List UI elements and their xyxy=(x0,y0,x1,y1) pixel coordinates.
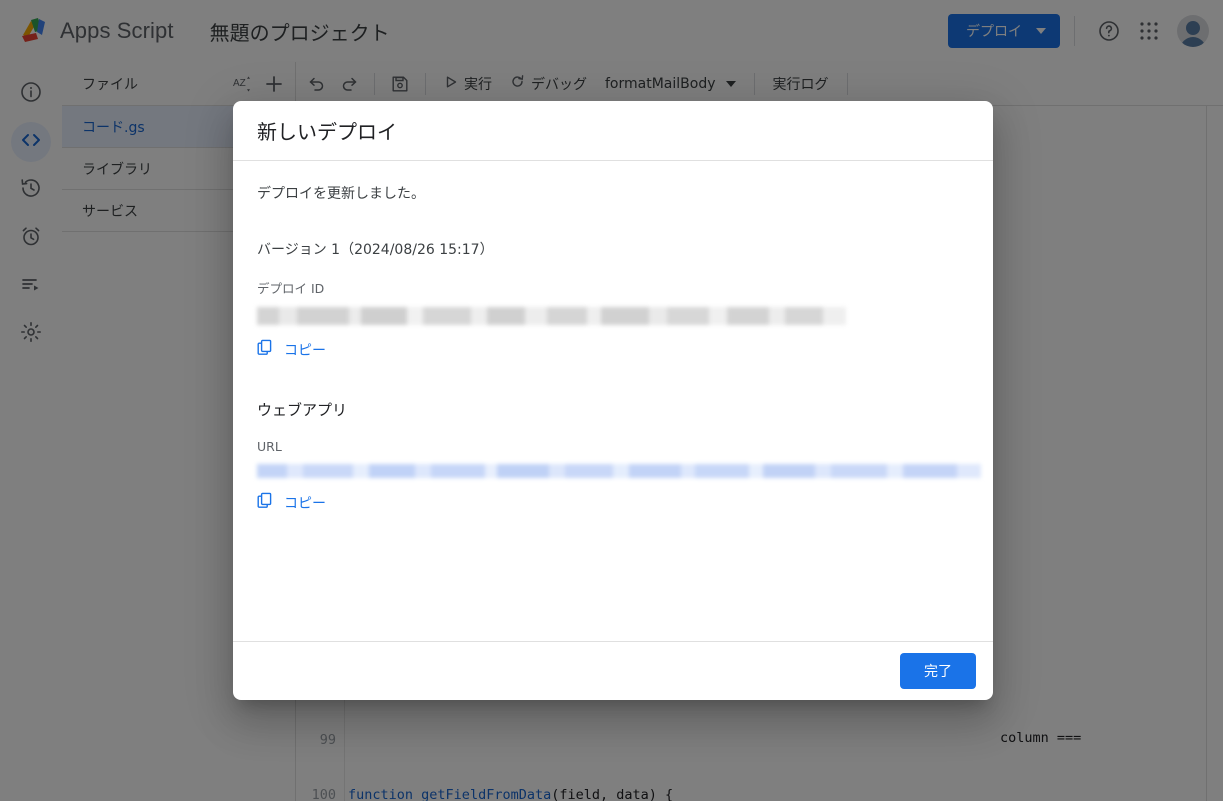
copy-url-label: コピー xyxy=(284,495,326,512)
dialog-body: デプロイを更新しました。 バージョン 1（2024/08/26 15:17） デ… xyxy=(233,161,993,641)
webapp-url-value xyxy=(257,464,981,478)
webapp-url-label: URL xyxy=(257,439,282,454)
dialog-header: 新しいデプロイ xyxy=(233,101,993,161)
copy-url-button[interactable]: コピー xyxy=(257,492,326,513)
dialog-footer: 完了 xyxy=(233,641,993,700)
webapp-section-title: ウェブアプリ xyxy=(257,401,348,419)
copy-deployment-id-label: コピー xyxy=(284,342,326,359)
deployment-id-label: デプロイ ID xyxy=(257,281,325,296)
deployment-id-value xyxy=(257,307,846,325)
new-deployment-dialog: 新しいデプロイ デプロイを更新しました。 バージョン 1（2024/08/26 … xyxy=(233,101,993,700)
copy-icon xyxy=(257,492,274,513)
copy-icon xyxy=(257,339,274,360)
app-root: Apps Script 無題のプロジェクト デプロイ xyxy=(0,0,1223,801)
copy-deployment-id-button[interactable]: コピー xyxy=(257,339,326,360)
done-button[interactable]: 完了 xyxy=(900,653,976,689)
deployment-version: バージョン 1（2024/08/26 15:17） xyxy=(257,242,494,258)
dialog-title: 新しいデプロイ xyxy=(257,120,397,144)
dialog-message: デプロイを更新しました。 xyxy=(257,186,425,202)
